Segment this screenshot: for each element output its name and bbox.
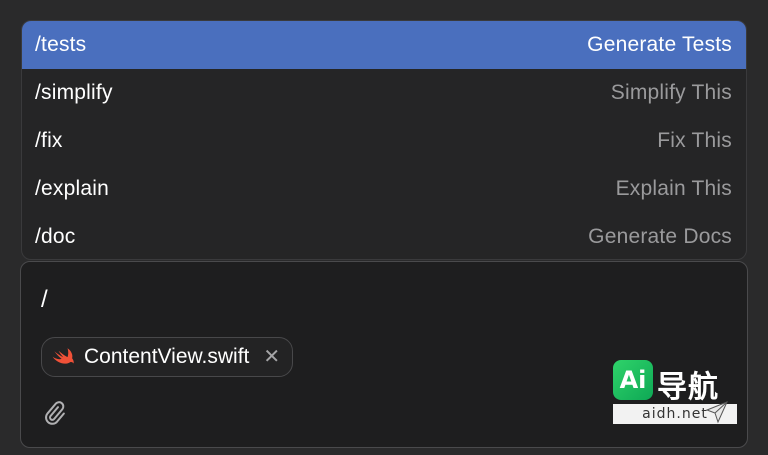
command-description: Simplify This — [610, 81, 732, 104]
command-description: Explain This — [615, 177, 732, 200]
command-description: Generate Tests — [587, 33, 732, 56]
prompt-input[interactable]: / — [41, 286, 48, 314]
command-description: Generate Docs — [588, 225, 732, 248]
command-name: /simplify — [35, 81, 113, 104]
command-description: Fix This — [657, 129, 732, 152]
command-item-simplify[interactable]: /simplify Simplify This — [22, 69, 746, 117]
attachment-chip[interactable]: ContentView.swift ✕ — [41, 337, 294, 377]
attachment-file-name: ContentView.swift — [84, 345, 250, 368]
send-icon — [703, 398, 731, 426]
command-item-fix[interactable]: /fix Fix This — [22, 117, 746, 165]
command-name: /tests — [35, 33, 87, 56]
watermark: Ai 导航 aidh.net — [611, 360, 737, 430]
command-item-explain[interactable]: /explain Explain This — [22, 165, 746, 213]
swift-icon — [52, 347, 76, 367]
command-name: /doc — [35, 225, 76, 248]
close-icon[interactable]: ✕ — [263, 347, 280, 367]
slash-command-menu: /tests Generate Tests /simplify Simplify… — [21, 20, 747, 260]
paperclip-icon[interactable] — [41, 400, 67, 426]
command-item-tests[interactable]: /tests Generate Tests — [22, 21, 746, 69]
app-root: /tests Generate Tests /simplify Simplify… — [0, 0, 768, 455]
command-item-doc[interactable]: /doc Generate Docs — [22, 213, 746, 259]
watermark-logo: Ai — [613, 360, 653, 400]
command-name: /explain — [35, 177, 109, 200]
command-name: /fix — [35, 129, 63, 152]
